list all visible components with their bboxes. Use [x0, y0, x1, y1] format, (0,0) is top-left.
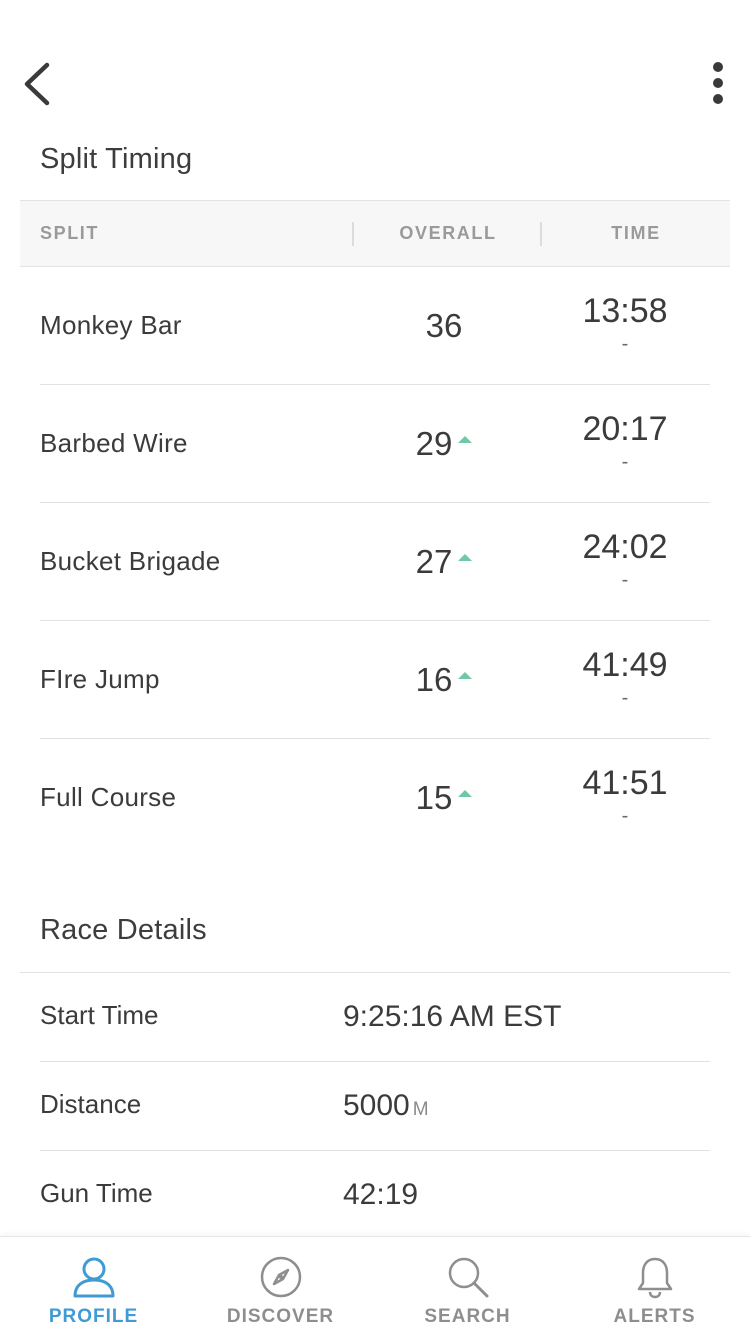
rank-up-icon [458, 672, 473, 679]
detail-label: Distance [40, 1089, 142, 1119]
tab-label: DISCOVER [226, 1306, 335, 1327]
split-time-sub: - [621, 333, 629, 355]
split-name: FIre Jump [40, 664, 160, 694]
split-row[interactable]: FIre Jump 16 41:49 - [40, 621, 710, 739]
column-header-time: TIME [611, 223, 661, 243]
split-table-header: SPLIT OVERALL TIME [20, 200, 730, 267]
time-cell: 20:17 - [540, 407, 710, 473]
bottom-tab-bar: PROFILE DISCOVER SEARCH ALERTS [0, 1236, 750, 1334]
split-time-sub: - [621, 451, 629, 473]
rank-up-icon [458, 790, 473, 797]
top-bar [0, 0, 750, 140]
detail-row-distance: Distance 5000 M [40, 1062, 710, 1151]
overall-cell: 16 [368, 621, 520, 738]
back-button[interactable] [14, 60, 58, 108]
split-row[interactable]: Monkey Bar 36 13:58 - [40, 267, 710, 385]
split-name: Barbed Wire [40, 428, 188, 458]
tab-profile[interactable]: PROFILE [0, 1237, 187, 1334]
distance-unit: M [412, 1099, 430, 1120]
column-header-overall: OVERALL [399, 223, 497, 243]
overall-cell: 29 [368, 385, 520, 502]
more-options-button[interactable] [704, 58, 732, 108]
time-cell: 41:51 - [540, 761, 710, 827]
split-time-sub: - [621, 569, 629, 591]
split-row[interactable]: Bucket Brigade 27 24:02 - [40, 503, 710, 621]
chevron-left-icon [24, 62, 50, 106]
overall-cell: 27 [368, 503, 520, 620]
detail-row-start-time: Start Time 9:25:16 AM EST [40, 973, 710, 1062]
split-timing-title: Split Timing [40, 143, 193, 175]
detail-row-gun-time: Gun Time 42:19 [40, 1151, 710, 1240]
tab-alerts[interactable]: ALERTS [561, 1237, 748, 1334]
overall-rank: 36 [425, 306, 463, 344]
detail-value: 5000 M [343, 1062, 430, 1150]
tab-discover[interactable]: DISCOVER [187, 1237, 374, 1334]
detail-value-text: 5000 [343, 1089, 410, 1122]
detail-value: 42:19 [343, 1151, 418, 1239]
split-row[interactable]: Full Course 15 41:51 - [40, 739, 710, 857]
split-time: 24:02 [582, 528, 668, 566]
split-time-sub: - [621, 687, 629, 709]
more-vertical-icon [713, 62, 723, 104]
split-time: 41:51 [582, 764, 668, 802]
overall-rank: 15 [415, 778, 453, 816]
compass-icon [260, 1256, 301, 1298]
split-row[interactable]: Barbed Wire 29 20:17 - [40, 385, 710, 503]
tab-label: PROFILE [48, 1306, 139, 1327]
split-name: Bucket Brigade [40, 546, 221, 576]
overall-cell: 15 [368, 739, 520, 856]
detail-label: Start Time [40, 1000, 159, 1030]
bell-icon [637, 1257, 672, 1299]
split-name: Monkey Bar [40, 310, 182, 340]
rank-up-icon [458, 554, 473, 561]
time-cell: 41:49 - [540, 643, 710, 709]
tab-search[interactable]: SEARCH [374, 1237, 561, 1334]
overall-rank: 16 [415, 660, 453, 698]
split-time-sub: - [621, 805, 629, 827]
race-details-title: Race Details [40, 914, 207, 946]
search-icon [448, 1257, 488, 1298]
split-time: 20:17 [582, 410, 668, 448]
column-header-split: SPLIT [40, 223, 100, 243]
detail-value-text: 9:25:16 AM EST [343, 1000, 562, 1033]
rank-up-icon [458, 436, 473, 443]
time-cell: 13:58 - [540, 289, 710, 355]
detail-label: Gun Time [40, 1178, 153, 1208]
split-name: Full Course [40, 782, 177, 812]
detail-value: 9:25:16 AM EST [343, 973, 561, 1061]
split-time: 41:49 [582, 646, 668, 684]
overall-rank: 29 [415, 424, 453, 462]
time-cell: 24:02 - [540, 525, 710, 591]
tab-label: ALERTS [613, 1306, 696, 1327]
tab-label: SEARCH [424, 1306, 511, 1327]
user-icon [73, 1257, 114, 1298]
overall-cell: 36 [368, 267, 520, 384]
split-time: 13:58 [582, 292, 668, 330]
detail-value-text: 42:19 [343, 1178, 419, 1211]
overall-rank: 27 [415, 542, 453, 580]
